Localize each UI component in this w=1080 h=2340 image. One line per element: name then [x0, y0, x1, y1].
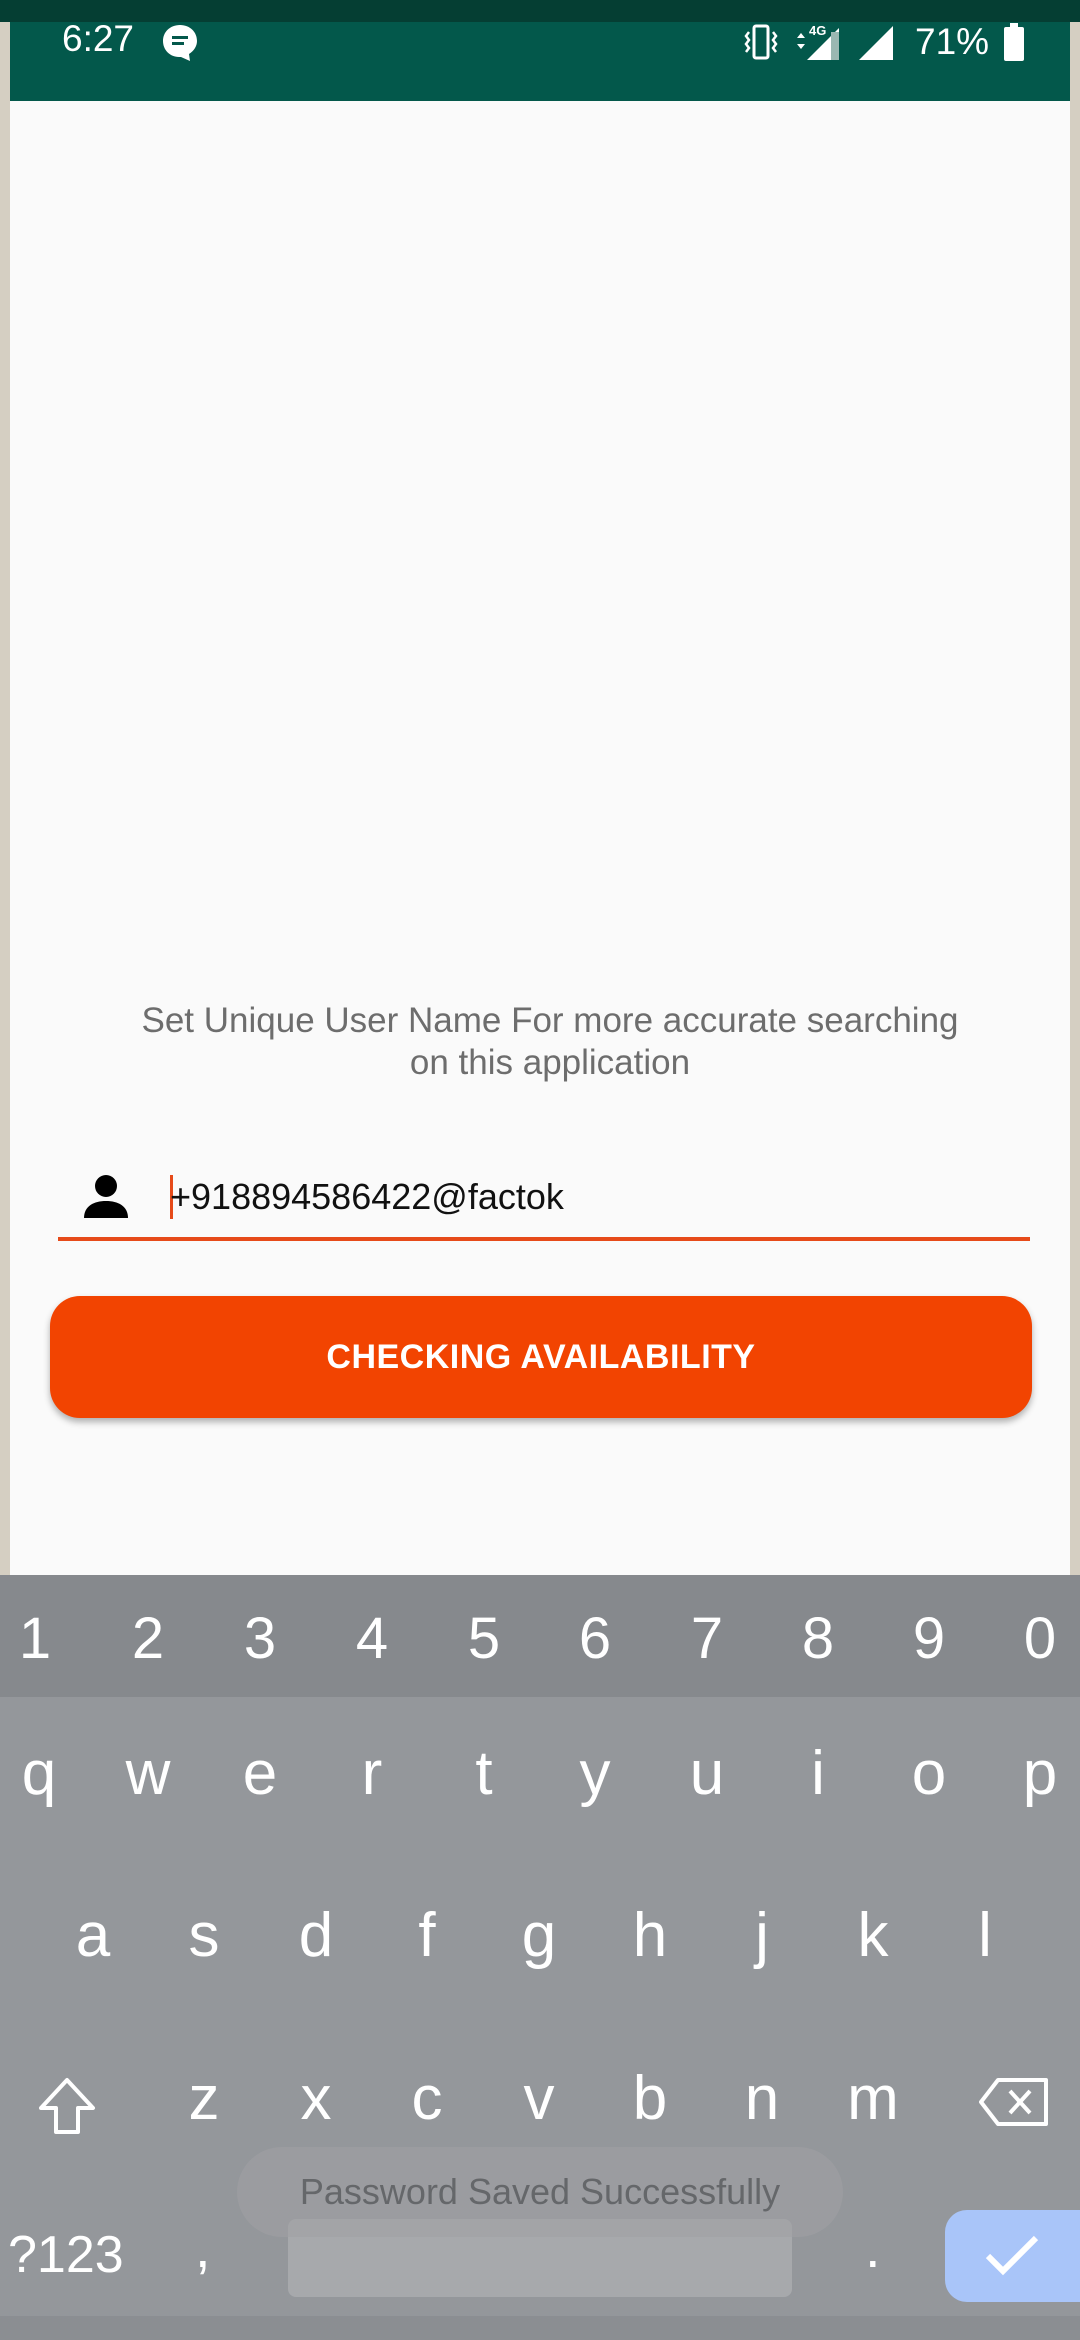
checking-availability-label: CHECKING AVAILABILITY	[326, 1337, 756, 1376]
key-f[interactable]: f	[382, 1900, 472, 1971]
key-d[interactable]: d	[271, 1900, 361, 1971]
key-x[interactable]: x	[271, 2063, 361, 2134]
key-c[interactable]: c	[382, 2063, 472, 2134]
key-q[interactable]: q	[0, 1738, 84, 1809]
key-o[interactable]: o	[884, 1738, 974, 1809]
battery-icon	[1004, 23, 1025, 61]
key-k[interactable]: k	[828, 1900, 918, 1971]
key-m[interactable]: m	[828, 2063, 918, 2134]
key-h[interactable]: h	[605, 1900, 695, 1971]
username-input-underline	[58, 1237, 1030, 1241]
key-a[interactable]: a	[48, 1900, 138, 1971]
key-1[interactable]: 1	[0, 1605, 80, 1672]
key-s[interactable]: s	[159, 1900, 249, 1971]
system-icons: 4G 71%	[743, 20, 1025, 64]
key-4[interactable]: 4	[327, 1605, 417, 1672]
svg-text:4G: 4G	[809, 23, 826, 38]
checking-availability-button[interactable]: CHECKING AVAILABILITY	[50, 1296, 1032, 1418]
username-input-value: +918894586422@factok	[170, 1176, 564, 1217]
chat-notification-icon	[163, 25, 197, 61]
toast-text: Password Saved Successfully	[299, 2171, 781, 2212]
key-w[interactable]: w	[103, 1738, 193, 1809]
key-r[interactable]: r	[327, 1738, 417, 1809]
hint-line-1: Set Unique User Name For more accurate s…	[141, 1001, 959, 1040]
key-n[interactable]: n	[717, 2063, 807, 2134]
key-i[interactable]: i	[773, 1738, 863, 1809]
top-edge-strip	[0, 0, 1080, 22]
key-j[interactable]: j	[717, 1900, 807, 1971]
toast-message: Password Saved Successfully	[237, 2147, 843, 2237]
vibrate-icon	[744, 24, 778, 60]
key-y[interactable]: y	[550, 1738, 640, 1809]
key-e[interactable]: e	[215, 1738, 305, 1809]
comma-key[interactable]: ,	[195, 2215, 211, 2280]
key-l[interactable]: l	[940, 1900, 1030, 1971]
status-time: 6:27	[62, 18, 135, 59]
key-u[interactable]: u	[662, 1738, 752, 1809]
key-7[interactable]: 7	[662, 1605, 752, 1672]
key-g[interactable]: g	[494, 1900, 584, 1971]
key-z[interactable]: z	[159, 2063, 249, 2134]
key-b[interactable]: b	[605, 2063, 695, 2134]
done-key[interactable]	[945, 2210, 1080, 2302]
shift-icon[interactable]	[36, 2075, 98, 2137]
backspace-icon[interactable]	[978, 2077, 1050, 2127]
checkmark-icon	[985, 2235, 1039, 2276]
key-v[interactable]: v	[494, 2063, 584, 2134]
battery-percent: 71%	[915, 21, 990, 62]
key-0[interactable]: 0	[995, 1605, 1080, 1672]
key-5[interactable]: 5	[439, 1605, 529, 1672]
navigation-bar	[0, 2316, 1080, 2340]
key-9[interactable]: 9	[884, 1605, 974, 1672]
username-input[interactable]: +918894586422@factok	[58, 1160, 1030, 1240]
wifi-signal-icon	[859, 26, 893, 60]
mobile-signal-4g-icon: 4G	[797, 23, 839, 60]
username-hint-text: Set Unique User Name For more accurate s…	[90, 1000, 1010, 1084]
key-p[interactable]: p	[995, 1738, 1080, 1809]
key-2[interactable]: 2	[103, 1605, 193, 1672]
period-key[interactable]: .	[865, 2215, 881, 2280]
key-8[interactable]: 8	[773, 1605, 863, 1672]
key-3[interactable]: 3	[215, 1605, 305, 1672]
key-6[interactable]: 6	[550, 1605, 640, 1672]
key-t[interactable]: t	[439, 1738, 529, 1809]
hint-line-2: on this application	[409, 1043, 691, 1082]
symbols-key[interactable]: ?123	[8, 2225, 124, 2285]
